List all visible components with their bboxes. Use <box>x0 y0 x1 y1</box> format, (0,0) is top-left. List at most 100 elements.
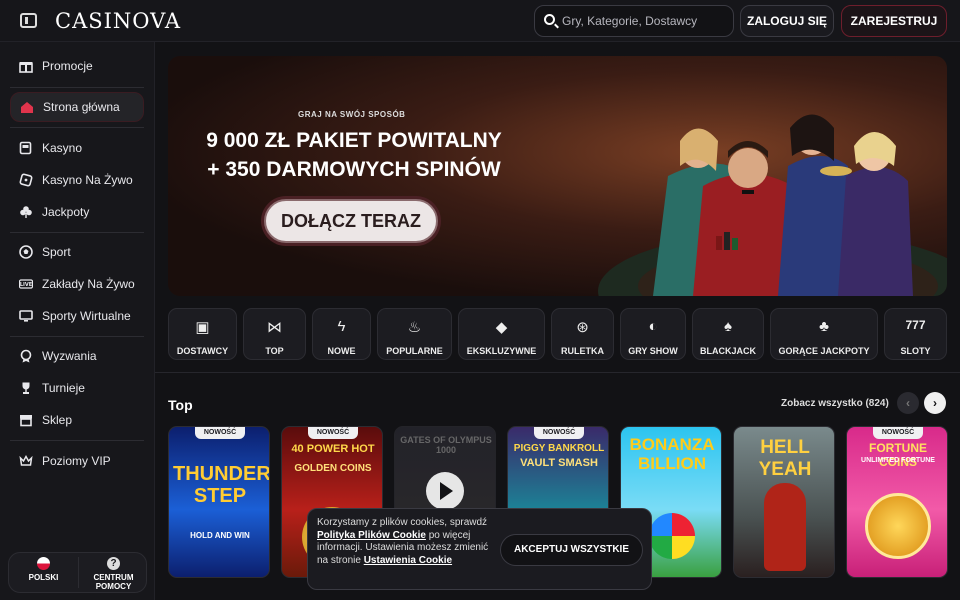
trophy-icon <box>19 381 33 395</box>
sidebar-footer: POLSKI ? CENTRUM POMOCY <box>8 552 147 593</box>
sidebar-item-kasyno[interactable]: Kasyno <box>10 133 144 163</box>
help-icon: ? <box>107 557 120 570</box>
game-title: GATES OF OLYMPUS 1000 <box>400 435 492 455</box>
banner-tagline: GRAJ NA SWÓJ SPOSÓB <box>298 110 406 119</box>
help-label-line1: CENTRUM <box>93 573 134 582</box>
sidebar-item-turnieje[interactable]: Turnieje <box>10 373 144 403</box>
cookie-text-part: Korzystamy z plików cookies, sprawdź <box>317 517 488 528</box>
sidebar-item-label: Kasyno <box>42 141 83 155</box>
medal-icon <box>19 349 33 363</box>
category-label: RULETKA <box>561 346 604 356</box>
play-icon[interactable] <box>426 472 464 510</box>
top-bar: CASINOVA ZALOGUJ SIĘ ZAREJESTRUJ <box>0 0 960 42</box>
carousel-prev-button[interactable]: ‹ <box>897 392 919 414</box>
category-top[interactable]: ⋈ TOP <box>243 308 306 360</box>
category-sloty[interactable]: 777 SLOTY <box>884 308 947 360</box>
candy-art <box>649 513 695 559</box>
category-nowe[interactable]: ϟ NOWE <box>312 308 371 360</box>
banner-title: 9 000 ZŁ PAKIET POWITALNY + 350 DARMOWYC… <box>204 126 504 184</box>
category-popularne[interactable]: ♨ POPULARNE <box>377 308 452 360</box>
sidebar-item-zaklady-na-zywo[interactable]: LIVE Zakłady Na Żywo <box>10 269 144 299</box>
sidebar-item-sport[interactable]: Sport <box>10 237 144 267</box>
register-button[interactable]: ZAREJESTRUJ <box>841 5 947 37</box>
see-all-link[interactable]: Zobacz wszystko (824) <box>781 398 889 409</box>
diamond-icon: ◆ <box>495 319 508 336</box>
divider <box>10 336 144 337</box>
cookie-policy-link[interactable]: Polityka Plików Cookie <box>317 530 426 541</box>
game-card-thunder-step[interactable]: THUNDER STEP HOLD AND WIN NOWOŚĆ <box>168 426 270 578</box>
category-ekskluzywne[interactable]: ◆ EKSKLUZYWNE <box>458 308 545 360</box>
category-ruletka[interactable]: ⊛ RULETKA <box>551 308 614 360</box>
sidebar-item-label: Kasyno Na Żywo <box>42 173 133 187</box>
search-icon <box>544 14 555 25</box>
sidebar-item-label: Sporty Wirtualne <box>42 309 131 323</box>
sidebar-item-home[interactable]: Strona główna <box>10 92 144 122</box>
cookie-settings-link[interactable]: Ustawienia Cookie <box>364 555 452 566</box>
sidebar-item-wyzwania[interactable]: Wyzwania <box>10 341 144 371</box>
live-dice-icon <box>19 173 33 187</box>
category-gry-show[interactable]: ◐ GRY SHOW <box>620 308 686 360</box>
game-title: FORTUNE COINS <box>869 441 927 469</box>
bowtie-icon: ⋈ <box>267 319 282 336</box>
category-gorace-jackpoty[interactable]: ♣ GORĄCE JACKPOTY <box>770 308 878 360</box>
hot-bag-icon: ♣ <box>819 318 829 335</box>
monitor-icon <box>19 309 33 323</box>
game-card-hell-yeah[interactable]: HELL YEAH <box>733 426 835 578</box>
mask-icon: ◐ <box>648 318 658 335</box>
category-label: BLACKJACK <box>700 346 756 356</box>
help-label-line2: POMOCY <box>95 582 132 591</box>
lightning-icon: ϟ <box>337 318 346 335</box>
category-dostawcy[interactable]: ▣ DOSTAWCY <box>168 308 237 360</box>
accept-all-cookies-button[interactable]: AKCEPTUJ WSZYSTKIE <box>500 534 643 566</box>
crown-icon <box>19 454 33 468</box>
game-card-fortune-coins[interactable]: FORTUNE COINS UNLIMITED FORTUNE NOWOŚĆ <box>846 426 948 578</box>
sidebar-item-poziomy-vip[interactable]: Poziomy VIP <box>10 446 144 476</box>
poland-flag-icon <box>37 557 50 570</box>
svg-text:LIVE: LIVE <box>20 282 33 288</box>
game-title: PIGGY BANKROLL <box>513 443 605 454</box>
coin-art <box>865 493 931 559</box>
provider-icon: ▣ <box>195 319 210 336</box>
sidebar-item-label: Zakłady Na Żywo <box>42 277 135 291</box>
new-badge: NOWOŚĆ <box>308 427 358 439</box>
game-subtitle: HOLD AND WIN <box>190 531 250 540</box>
new-badge: NOWOŚĆ <box>534 427 584 439</box>
search-input[interactable] <box>562 13 727 29</box>
section-divider <box>155 372 960 373</box>
game-title: 40 POWER HOT <box>291 443 375 455</box>
search-box[interactable] <box>534 5 734 37</box>
sidebar-item-label: Strona główna <box>43 100 120 114</box>
sidebar-item-promocje[interactable]: Promocje <box>10 51 144 81</box>
sidebar-toggle-icon[interactable] <box>20 13 37 28</box>
logo[interactable]: CASINOVA <box>55 9 181 33</box>
sidebar-item-kasyno-na-zywo[interactable]: Kasyno Na Żywo <box>10 165 144 195</box>
sidebar-item-sporty-wirtualne[interactable]: Sporty Wirtualne <box>10 301 144 331</box>
flame-icon: ♨ <box>407 319 422 336</box>
sidebar-item-jackpoty[interactable]: Jackpoty <box>10 197 144 227</box>
sidebar-item-label: Wyzwania <box>42 349 97 363</box>
category-blackjack[interactable]: ♠ BLACKJACK <box>692 308 764 360</box>
join-now-button[interactable]: DOŁĄCZ TERAZ <box>264 199 438 243</box>
divider <box>10 440 144 441</box>
login-button[interactable]: ZALOGUJ SIĘ <box>740 5 834 37</box>
carousel-next-button[interactable]: › <box>924 392 946 414</box>
language-selector[interactable]: POLSKI <box>9 553 78 592</box>
game-title: THUNDER STEP <box>173 463 270 507</box>
new-badge: NOWOŚĆ <box>195 427 245 439</box>
category-label: EKSKLUZYWNE <box>466 346 537 356</box>
game-subtitle: GOLDEN COINS <box>294 463 372 474</box>
game-title: HELL YEAH <box>758 437 812 480</box>
promo-banner[interactable]: GRAJ NA SWÓJ SPOSÓB 9 000 ZŁ PAKIET POWI… <box>168 56 947 296</box>
divider <box>10 127 144 128</box>
casino-scene-illustration <box>598 114 947 296</box>
divider <box>10 232 144 233</box>
sidebar-item-sklep[interactable]: Sklep <box>10 405 144 435</box>
sidebar-item-label: Sport <box>42 245 71 259</box>
gift-icon <box>19 59 33 73</box>
help-center-button[interactable]: ? CENTRUM POMOCY <box>79 553 148 592</box>
game-title: BONANZA BILLION <box>629 435 715 473</box>
clover-icon <box>19 205 33 219</box>
sidebar-item-label: Turnieje <box>42 381 85 395</box>
devil-art <box>764 483 806 571</box>
language-label: POLSKI <box>28 573 59 582</box>
